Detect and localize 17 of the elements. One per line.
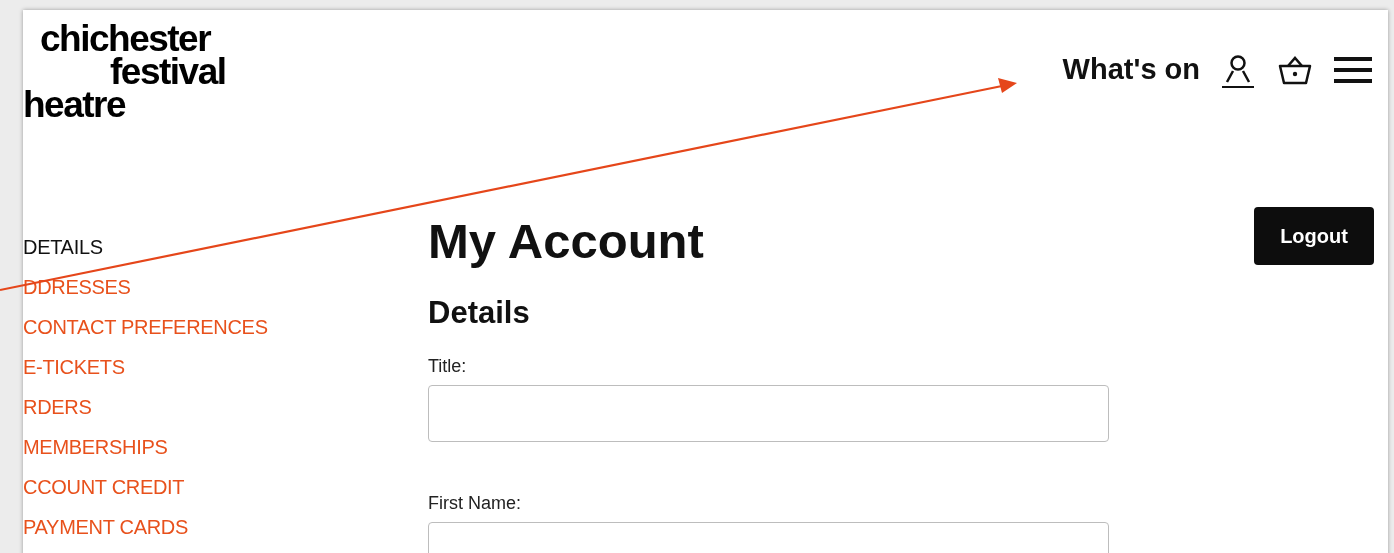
- sidebar-link[interactable]: PAYMENT CARDS: [23, 512, 189, 542]
- sidebar-link[interactable]: CCOUNT CREDIT: [23, 472, 185, 502]
- basket-icon[interactable]: [1278, 54, 1312, 85]
- sidebar-link[interactable]: DDRESSES: [23, 272, 131, 302]
- logout-button[interactable]: Logout: [1254, 207, 1374, 265]
- section-heading: Details: [428, 294, 531, 332]
- sidebar-link[interactable]: CONTACT PREFERENCES: [23, 312, 268, 342]
- field-label: First Name:: [428, 492, 522, 514]
- page-title: My Account: [428, 213, 704, 270]
- menu-icon[interactable]: [1334, 55, 1372, 84]
- sidebar-link[interactable]: DETAILS: [23, 232, 103, 262]
- sidebar-link[interactable]: E-TICKETS: [23, 352, 125, 382]
- whats-on-link[interactable]: What's on: [1062, 48, 1200, 92]
- field-label: Title:: [428, 355, 468, 377]
- sidebar-link[interactable]: RDERS: [23, 392, 92, 422]
- text-input[interactable]: [428, 385, 1109, 442]
- sidebar-link[interactable]: MEMBERSHIPS: [23, 432, 168, 462]
